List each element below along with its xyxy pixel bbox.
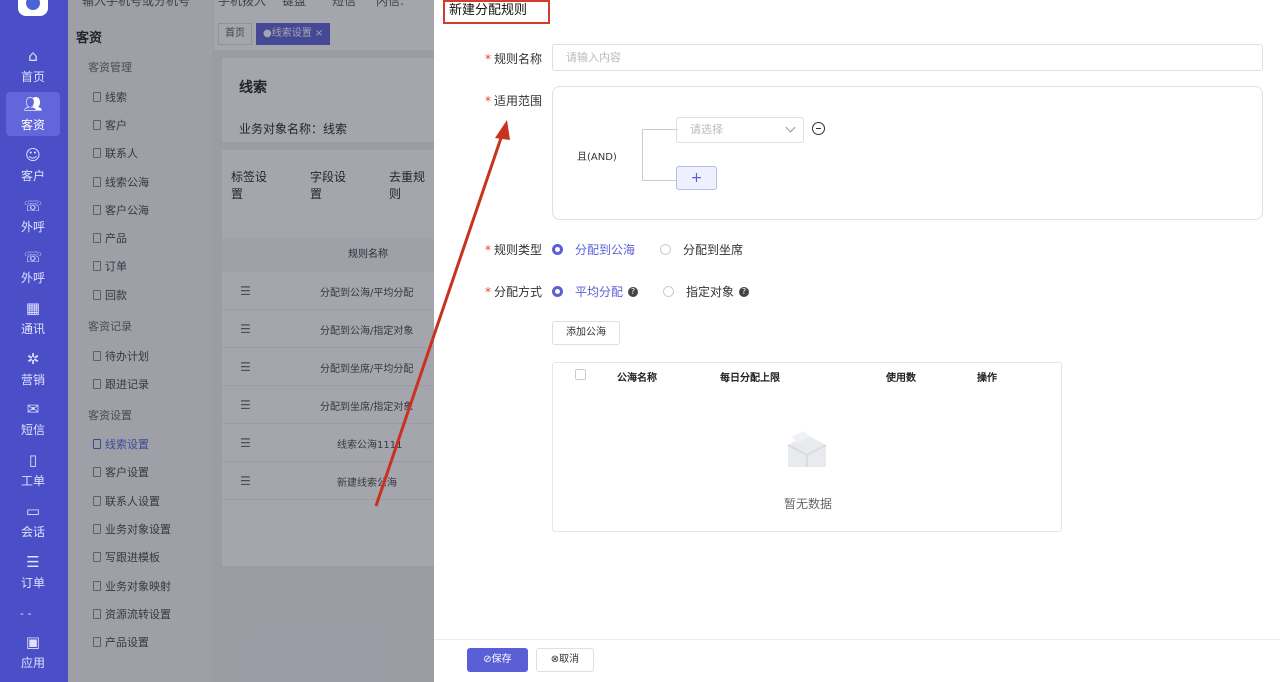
nav-tickets[interactable]: ▯ 工单 (6, 448, 60, 492)
rule-type-option[interactable]: 分配到坐席 (660, 241, 743, 258)
method-label: * 分配方式 (485, 285, 543, 299)
condition-select[interactable]: 请选择 (676, 117, 804, 143)
empty-text: 暂无数据 (783, 497, 832, 511)
cancel-button[interactable]: ⊗取消 (536, 648, 594, 672)
nav-chat[interactable]: ▭ 会话 (6, 499, 60, 543)
nav-label: 工单 (20, 473, 45, 488)
method-option[interactable]: 指定对象 ? (663, 283, 750, 300)
nav-home[interactable]: ⌂ 首页 (6, 44, 60, 88)
column-header: 每日分配上限 (720, 373, 780, 384)
nav-sms[interactable]: ✉ 短信 (6, 397, 60, 441)
nav-label: 外呼 (20, 219, 45, 234)
contacts-icon: ▦ (25, 298, 41, 317)
select-placeholder: 请选择 (690, 123, 723, 136)
nav-contacts[interactable]: ▦ 通讯 (6, 296, 60, 340)
home-icon: ⌂ (28, 46, 38, 65)
nav-customers[interactable]: ☺ 客户 (6, 143, 60, 187)
rule-name-input[interactable]: 请输入内容 (552, 44, 1263, 71)
radio-checked[interactable] (552, 244, 563, 255)
modal-overlay[interactable] (68, 0, 434, 682)
scope-label: * 适用范围 (485, 94, 543, 108)
column-header: 使用数 (886, 373, 916, 384)
radio-unchecked[interactable] (660, 244, 671, 255)
nav-marketing[interactable]: ✲ 营销 (6, 347, 60, 391)
empty-box-icon (787, 431, 827, 467)
nav-label: 订单 (20, 575, 45, 590)
nav-label: 首页 (20, 69, 45, 84)
nav-orders[interactable]: ☰ 订单 (6, 550, 60, 594)
nav-label: 客户 (20, 168, 45, 183)
column-header: 操作 (977, 373, 997, 384)
save-button[interactable]: ⊘保存 (467, 648, 528, 672)
radio-checked[interactable] (552, 286, 563, 297)
label-text: 分配方式 (494, 285, 543, 299)
radio-unchecked[interactable] (663, 286, 674, 297)
radio-label: 分配到公海 (575, 243, 636, 257)
nav-divider: - - (20, 607, 32, 620)
radio-label: 指定对象 (686, 285, 735, 299)
phone-out-icon: ☏ (23, 196, 43, 215)
radio-label: 平均分配 (575, 285, 624, 299)
chat-icon: ▭ (25, 501, 41, 520)
help-icon[interactable]: ? (739, 286, 750, 297)
label-text: 适用范围 (494, 94, 543, 108)
gear-icon: ✲ (26, 349, 40, 368)
select-all-checkbox[interactable] (575, 369, 586, 380)
drawer-title: 新建分配规则 (443, 0, 550, 24)
nav-label: 外呼 (20, 270, 45, 285)
rule-type-option[interactable]: 分配到公海 (552, 241, 635, 258)
users-icon: 👥︎ (23, 94, 43, 113)
mail-icon: ✉ (26, 399, 40, 418)
label-text: 规则类型 (494, 243, 543, 257)
column-header: 公海名称 (617, 373, 657, 384)
person-icon: ☺ (25, 145, 41, 164)
app-logo (18, 0, 48, 16)
phone-in-icon: ☏ (23, 247, 43, 266)
add-condition-button[interactable]: + (676, 166, 717, 190)
nav-leads[interactable]: 👥︎ 客资 (6, 92, 60, 136)
chevron-down-icon (785, 122, 796, 133)
nav-outbound[interactable]: ☏ 外呼 (6, 194, 60, 238)
method-option[interactable]: 平均分配 ? (552, 283, 639, 300)
nav-outbound-2[interactable]: ☏ 外呼 (6, 245, 60, 289)
drawer-footer: ⊘保存 ⊗取消 (434, 639, 1280, 682)
pool-table: 公海名称 每日分配上限 使用数 操作 暂无数据 (552, 362, 1062, 532)
help-icon[interactable]: ? (628, 286, 639, 297)
new-rule-drawer: 新建分配规则 * 规则名称 请输入内容 * 适用范围 且(AND) 请选择 + * 规… (434, 0, 1280, 682)
condition-bracket (642, 129, 678, 181)
app: ⌂ 首页 👥︎ 客资 ☺ 客户 ☏ 外呼 ☏ 外呼 ▦ 通讯 ✲ 营销 ✉ 短信… (0, 0, 1280, 682)
nav-label: 营销 (20, 372, 45, 387)
nav-label: 应用 (20, 655, 45, 670)
label-text: 规则名称 (494, 52, 543, 66)
rule-name-label: * 规则名称 (485, 52, 543, 66)
nav-apps[interactable]: ▣ 应用 (6, 630, 60, 674)
scope-condition-box: 且(AND) 请选择 + (552, 86, 1263, 220)
clipboard-icon: ▯ (28, 450, 38, 469)
add-pool-button[interactable]: 添加公海 (552, 321, 620, 345)
radio-label: 分配到坐席 (683, 243, 744, 257)
app-icon: ▣ (25, 632, 41, 651)
nav-label: 会话 (20, 524, 45, 539)
rule-type-label: * 规则类型 (485, 243, 543, 257)
nav-label: 客资 (20, 117, 45, 132)
and-label: 且(AND) (577, 152, 617, 163)
nav-label: 通讯 (20, 321, 45, 336)
left-nav: ⌂ 首页 👥︎ 客资 ☺ 客户 ☏ 外呼 ☏ 外呼 ▦ 通讯 ✲ 营销 ✉ 短信… (0, 0, 68, 682)
remove-condition-icon[interactable] (812, 122, 825, 135)
order-icon: ☰ (26, 552, 40, 571)
nav-label: 短信 (20, 422, 45, 437)
